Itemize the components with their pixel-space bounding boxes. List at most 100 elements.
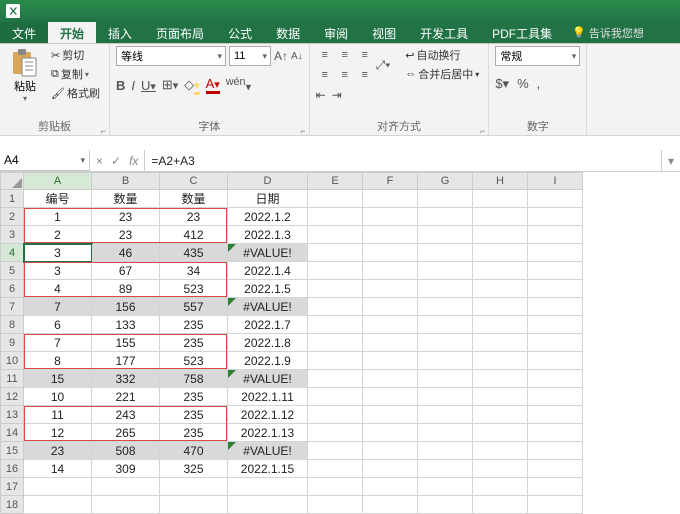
- cell[interactable]: [528, 334, 583, 352]
- cell[interactable]: [418, 190, 473, 208]
- cell[interactable]: 日期: [228, 190, 308, 208]
- row-header[interactable]: 12: [0, 388, 24, 406]
- tab-home[interactable]: 开始: [48, 22, 96, 43]
- row-header[interactable]: 15: [0, 442, 24, 460]
- align-middle-icon[interactable]: ≡: [336, 46, 354, 64]
- align-right-icon[interactable]: ≡: [356, 66, 374, 84]
- cell[interactable]: 23: [92, 226, 160, 244]
- cell[interactable]: 4: [24, 280, 92, 298]
- cell[interactable]: [363, 406, 418, 424]
- row-header[interactable]: 7: [0, 298, 24, 316]
- cell[interactable]: [363, 244, 418, 262]
- tab-layout[interactable]: 页面布局: [144, 22, 216, 43]
- cell[interactable]: [418, 478, 473, 496]
- cell[interactable]: [473, 424, 528, 442]
- cell[interactable]: [308, 334, 363, 352]
- cell[interactable]: 243: [92, 406, 160, 424]
- cancel-icon[interactable]: ×: [96, 154, 103, 168]
- cell[interactable]: [418, 208, 473, 226]
- row-header[interactable]: 18: [0, 496, 24, 514]
- cell[interactable]: 235: [160, 316, 228, 334]
- cell[interactable]: [228, 496, 308, 514]
- cell[interactable]: 34: [160, 262, 228, 280]
- align-bottom-icon[interactable]: ≡: [356, 46, 374, 64]
- cell[interactable]: 2022.1.5: [228, 280, 308, 298]
- font-size-select[interactable]: 11: [229, 46, 271, 66]
- cell[interactable]: 3: [24, 262, 92, 280]
- italic-button[interactable]: I: [131, 78, 135, 93]
- currency-icon[interactable]: $▾: [495, 76, 509, 92]
- cell[interactable]: [473, 442, 528, 460]
- formula-input[interactable]: =A2+A3: [145, 150, 662, 171]
- cell[interactable]: [418, 406, 473, 424]
- cell[interactable]: [363, 388, 418, 406]
- cell[interactable]: 2022.1.15: [228, 460, 308, 478]
- cell[interactable]: [418, 388, 473, 406]
- cell[interactable]: [308, 244, 363, 262]
- cell[interactable]: [473, 388, 528, 406]
- cell[interactable]: [418, 424, 473, 442]
- cell[interactable]: 758: [160, 370, 228, 388]
- cell[interactable]: [363, 442, 418, 460]
- cell[interactable]: [473, 280, 528, 298]
- cell[interactable]: [308, 298, 363, 316]
- col-header[interactable]: E: [308, 172, 363, 190]
- cell[interactable]: [418, 334, 473, 352]
- cell[interactable]: 557: [160, 298, 228, 316]
- col-header[interactable]: G: [418, 172, 473, 190]
- cut-button[interactable]: ✂剪切: [48, 46, 103, 64]
- cell[interactable]: [473, 334, 528, 352]
- cell[interactable]: [473, 208, 528, 226]
- cell[interactable]: [308, 424, 363, 442]
- cell[interactable]: [528, 442, 583, 460]
- cell[interactable]: [92, 496, 160, 514]
- cell[interactable]: [473, 496, 528, 514]
- cell[interactable]: 编号: [24, 190, 92, 208]
- enter-icon[interactable]: ✓: [111, 154, 121, 168]
- comma-icon[interactable]: ,: [537, 76, 541, 92]
- cell[interactable]: [528, 460, 583, 478]
- cell[interactable]: 435: [160, 244, 228, 262]
- cell[interactable]: [473, 406, 528, 424]
- cell[interactable]: 数量: [92, 190, 160, 208]
- align-center-icon[interactable]: ≡: [336, 66, 354, 84]
- cell[interactable]: 221: [92, 388, 160, 406]
- dialog-launcher-icon[interactable]: ⌐: [101, 126, 106, 136]
- cell[interactable]: [473, 298, 528, 316]
- cell[interactable]: 155: [92, 334, 160, 352]
- cell[interactable]: 11: [24, 406, 92, 424]
- cell[interactable]: 67: [92, 262, 160, 280]
- tell-me[interactable]: 💡 告诉我您想: [572, 22, 644, 43]
- cell[interactable]: [363, 478, 418, 496]
- cell[interactable]: 6: [24, 316, 92, 334]
- cell[interactable]: 325: [160, 460, 228, 478]
- row-header[interactable]: 8: [0, 316, 24, 334]
- cell[interactable]: [308, 190, 363, 208]
- cell[interactable]: [308, 460, 363, 478]
- cell[interactable]: [228, 478, 308, 496]
- font-name-select[interactable]: 等线: [116, 46, 226, 66]
- cell[interactable]: 10: [24, 388, 92, 406]
- row-header[interactable]: 9: [0, 334, 24, 352]
- cell[interactable]: 265: [92, 424, 160, 442]
- cell[interactable]: [418, 442, 473, 460]
- cell[interactable]: [308, 352, 363, 370]
- cell[interactable]: 470: [160, 442, 228, 460]
- cell[interactable]: [308, 262, 363, 280]
- row-header[interactable]: 3: [0, 226, 24, 244]
- align-top-icon[interactable]: ≡: [316, 46, 334, 64]
- font-color-button[interactable]: A▾: [206, 76, 220, 94]
- cell[interactable]: [473, 244, 528, 262]
- cell[interactable]: 235: [160, 406, 228, 424]
- tab-data[interactable]: 数据: [264, 22, 312, 43]
- phonetic-button[interactable]: wén▾: [226, 76, 251, 93]
- cell[interactable]: 156: [92, 298, 160, 316]
- cell[interactable]: [308, 280, 363, 298]
- cell[interactable]: [92, 478, 160, 496]
- cell[interactable]: 23: [92, 208, 160, 226]
- cell[interactable]: [363, 190, 418, 208]
- fx-icon[interactable]: fx: [129, 154, 138, 168]
- col-header[interactable]: B: [92, 172, 160, 190]
- cell[interactable]: [24, 496, 92, 514]
- cell[interactable]: [528, 208, 583, 226]
